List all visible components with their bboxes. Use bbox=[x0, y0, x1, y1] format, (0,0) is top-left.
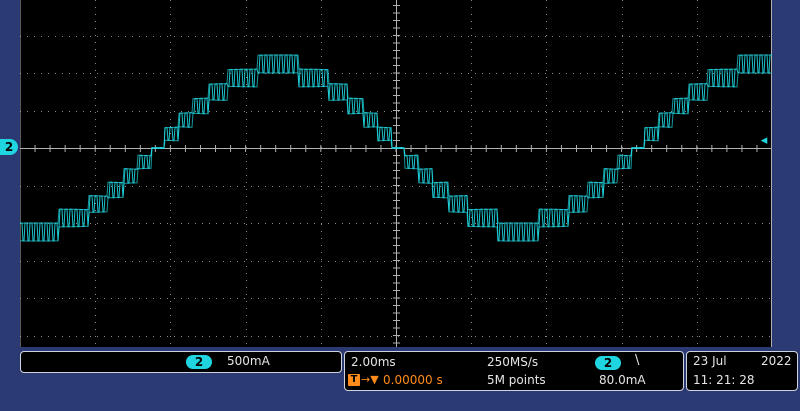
graticule bbox=[20, 0, 772, 347]
channel-scale: 500mA bbox=[227, 354, 270, 368]
left-arrow-icon[interactable]: ◂ bbox=[757, 134, 771, 148]
date: 23 Jul bbox=[693, 354, 727, 368]
horizontal-scale: 2.00ms bbox=[351, 355, 396, 369]
timebase-readout-panel[interactable]: 2.00ms 250MS/s 2 \ T →▼ 0.00000 s 5M poi… bbox=[344, 351, 684, 391]
channel-badge: 2 bbox=[186, 355, 212, 369]
year: 2022 bbox=[761, 354, 792, 368]
channel-readout-panel[interactable]: 2 500mA bbox=[20, 351, 342, 373]
trigger-position-icon: T bbox=[348, 374, 360, 386]
time: 11: 21: 28 bbox=[693, 373, 755, 387]
trigger-marker-arrows: →▼ bbox=[361, 373, 379, 386]
trigger-source-badge: 2 bbox=[595, 356, 621, 370]
trigger-position: 0.00000 s bbox=[383, 373, 443, 387]
trigger-level: 80.0mA bbox=[599, 373, 646, 387]
channel-2-ground-marker[interactable]: 2 bbox=[0, 139, 18, 155]
datetime-panel: 23 Jul 2022 11: 21: 28 bbox=[686, 351, 798, 391]
record-length: 5M points bbox=[487, 373, 546, 387]
trigger-slope-icon: \ bbox=[635, 353, 640, 368]
waveform-display[interactable] bbox=[20, 0, 772, 347]
sample-rate: 250MS/s bbox=[487, 355, 539, 369]
